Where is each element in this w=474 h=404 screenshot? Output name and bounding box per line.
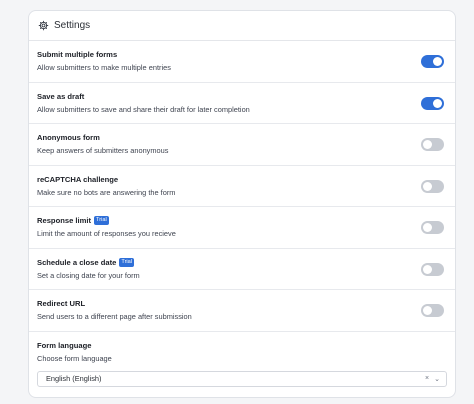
form-language-section: Form language Choose form language Engli… [29,332,455,392]
setting-row: Response limit Trial Limit the amount of r… [29,207,455,249]
setting-row: Redirect URL Send users to a different pa… [29,290,455,332]
setting-toggle[interactable] [421,179,444,193]
toggle-knob [423,140,432,149]
setting-title: Redirect URL [37,299,85,308]
setting-description: Allow submitters to make multiple entrie… [37,63,171,72]
setting-description: Allow submitters to save and share their… [37,104,250,114]
form-language-select[interactable]: English (English) × ⌄ [37,370,447,387]
setting-title: Schedule a close date Trial [37,257,135,267]
setting-toggle[interactable] [421,221,444,234]
setting-title-text: Redirect URL [37,299,86,308]
toggle-knob [433,57,442,66]
setting-toggle[interactable] [421,138,444,151]
toggle-knob [423,181,432,191]
setting-row: Anonymous form Keep answers of submitters… [29,124,455,166]
setting-title-text: Response limit [37,216,92,225]
setting-title: Submit multiple forms [37,50,117,59]
toggle-knob [423,306,432,315]
setting-row: Save as draft Allow submitters to save an… [29,83,455,124]
clear-icon[interactable]: × [422,375,432,382]
setting-row: Submit multiple forms Allow submitters to… [29,41,455,83]
settings-card: Settings Submit multiple forms Allow subm… [28,10,456,398]
toggle-knob [433,98,442,108]
settings-header: Settings [29,11,455,41]
form-language-description: Choose form language [37,353,112,363]
setting-toggle[interactable] [421,96,444,110]
chevron-down-icon[interactable]: ⌄ [432,375,442,383]
setting-description: Make sure no bots are answering the form [37,187,176,197]
setting-row: reCAPTCHA challenge Make sure no bots are… [29,166,455,207]
setting-title-text: Submit multiple forms [37,50,118,59]
setting-title-text: Save as draft [37,91,85,101]
setting-description: Send users to a different page after sub… [37,312,192,321]
toggle-knob [423,223,432,232]
form-language-value: English (English) [46,374,102,383]
setting-toggle[interactable] [421,262,444,276]
gear-icon [38,20,49,31]
setting-title: Response limit Trial [37,216,109,225]
trial-badge: Trial [94,216,109,225]
setting-description: Keep answers of submitters anonymous [37,146,169,155]
toggle-knob [423,264,432,274]
setting-title: reCAPTCHA challenge [37,175,118,184]
trial-badge: Trial [119,257,135,267]
setting-title-text: Anonymous form [37,133,100,142]
setting-title-text: Schedule a close date [37,257,117,267]
setting-description: Set a closing date for your form [37,270,140,280]
setting-toggle[interactable] [421,55,444,68]
setting-toggle[interactable] [421,304,444,317]
setting-title-text: reCAPTCHA challenge [37,174,119,184]
settings-title: Settings [54,20,91,31]
setting-row: Schedule a close date Trial Set a closing … [29,249,455,290]
setting-title: Save as draft [37,92,84,101]
setting-description: Limit the amount of responses you reciev… [37,229,176,238]
form-language-title: Form language [37,340,92,350]
setting-title: Anonymous form [37,133,100,142]
